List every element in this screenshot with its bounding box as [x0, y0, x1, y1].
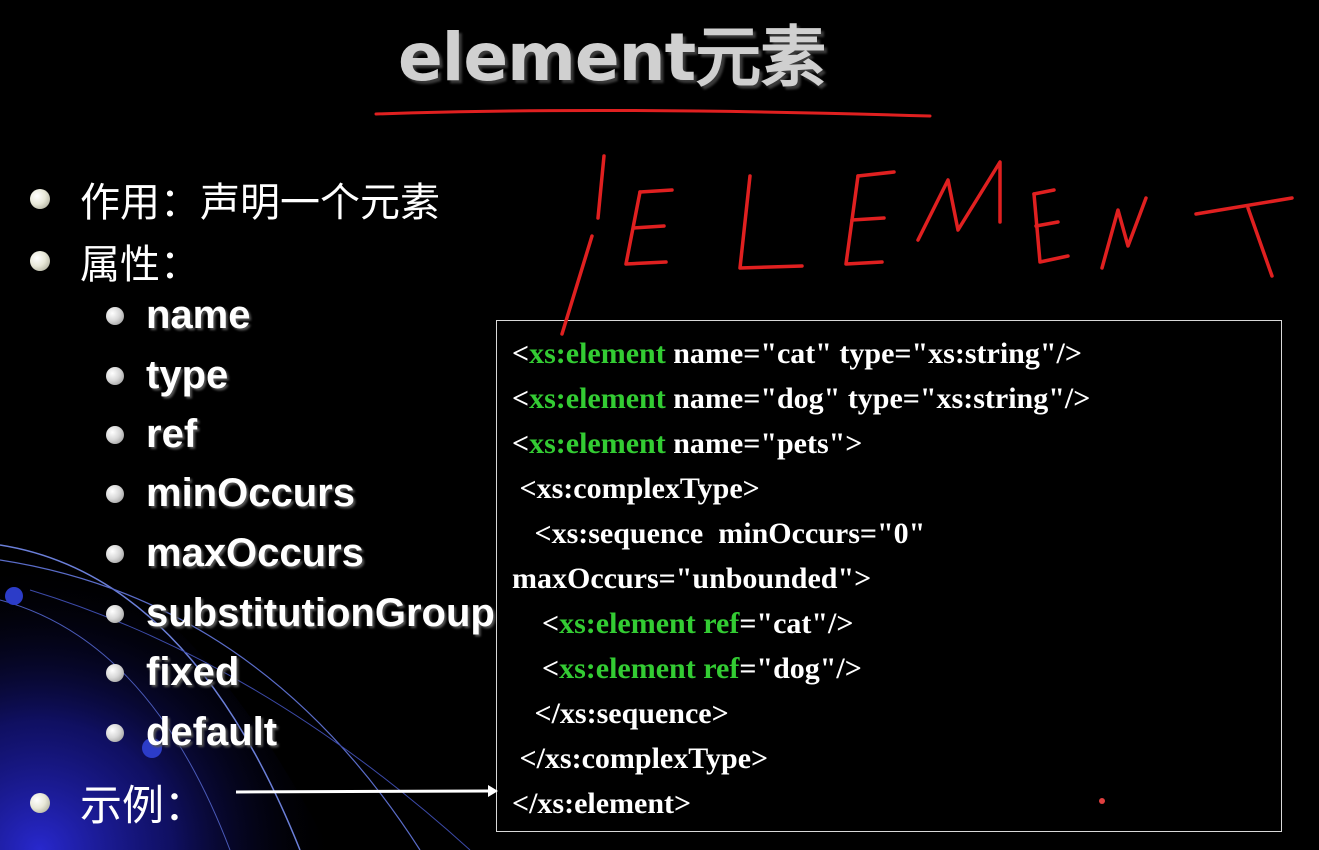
slide-title: element元素	[398, 19, 826, 96]
code-line: </xs:element>	[512, 787, 692, 820]
sub-bullet-dot-icon	[106, 544, 124, 563]
slide: element元素 作用：声明一个元素 属性： name type ref mi…	[0, 0, 1319, 850]
bullet-attributes: 属性：	[30, 232, 200, 290]
sub-bullet-dot-icon	[106, 306, 124, 325]
attribute-name: fixed	[146, 650, 240, 694]
attribute-item: ref	[106, 412, 197, 457]
attribute-item: maxOccurs	[106, 531, 364, 576]
bullet-example: 示例：	[30, 772, 206, 833]
sub-bullet-dot-icon	[106, 425, 124, 444]
sub-bullet-dot-icon	[106, 723, 124, 742]
code-line: </xs:complexType>	[512, 742, 769, 775]
attribute-item: name	[106, 293, 251, 338]
example-label: 示例：	[80, 781, 207, 830]
bullet-text: 作用：声明一个元素	[80, 180, 440, 226]
bullet-text: 属性：	[80, 242, 200, 288]
bullet-dot-icon	[30, 251, 50, 271]
attribute-item: substitutionGroup	[106, 591, 495, 636]
code-line: <xs:element ref="cat"/>	[512, 607, 854, 640]
sub-bullet-dot-icon	[106, 484, 124, 503]
attribute-item: default	[106, 710, 277, 755]
code-line: <xs:element ref="dog"/>	[512, 652, 862, 685]
code-line: <xs:element name="pets">	[512, 427, 863, 460]
swoosh-dot	[5, 587, 23, 605]
sub-bullet-dot-icon	[106, 604, 124, 623]
attribute-name: type	[146, 353, 229, 397]
attribute-item: minOccurs	[106, 471, 355, 516]
attribute-name: minOccurs	[146, 471, 355, 515]
attribute-name: maxOccurs	[146, 531, 364, 575]
sub-bullet-dot-icon	[106, 366, 124, 385]
code-line: maxOccurs="unbounded">	[512, 562, 872, 595]
bullet-dot-icon	[30, 792, 50, 813]
bullet-dot-icon	[30, 189, 50, 209]
attribute-name: substitutionGroup	[146, 591, 495, 635]
code-line: <xs:element name="cat" type="xs:string"/…	[512, 337, 1082, 370]
code-line: </xs:sequence>	[512, 697, 729, 730]
code-line: <xs:element name="dog" type="xs:string"/…	[512, 382, 1091, 415]
attribute-name: name	[146, 293, 251, 337]
sub-bullet-dot-icon	[106, 663, 124, 682]
attribute-item: type	[106, 353, 228, 398]
attribute-name: default	[146, 710, 278, 754]
bullet-purpose: 作用：声明一个元素	[30, 170, 440, 228]
code-line: <xs:sequence minOccurs="0"	[512, 517, 926, 550]
code-line: <xs:complexType>	[512, 472, 760, 505]
attribute-name: ref	[146, 412, 198, 456]
attribute-item: fixed	[106, 650, 239, 695]
